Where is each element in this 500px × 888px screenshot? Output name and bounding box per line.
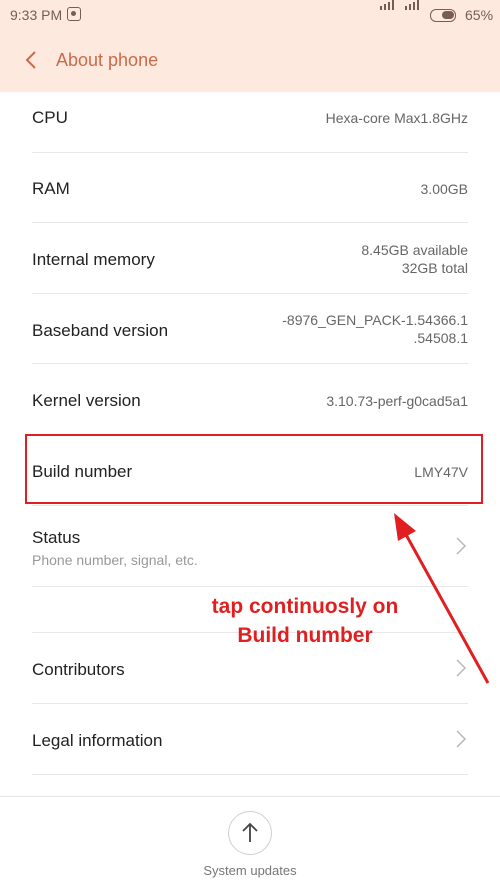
android-notification-icon xyxy=(67,7,81,21)
row-label-kernel-version: Kernel version xyxy=(32,391,141,410)
row-value-kernel-version: 3.10.73-perf-g0cad5a1 xyxy=(326,393,468,409)
status-time: 9:33 PM xyxy=(10,7,63,23)
system-updates-label: System updates xyxy=(203,863,297,878)
row-internal-memory[interactable]: Internal memory 8.45GB available 32GB to… xyxy=(32,223,468,294)
row-label-cpu: CPU xyxy=(32,108,68,127)
row-label-contributors: Contributors xyxy=(32,660,125,679)
annotation-line-1: tap continuosly on xyxy=(211,595,399,618)
chevron-right-icon xyxy=(456,730,467,748)
row-ram[interactable]: RAM 3.00GB xyxy=(32,153,468,223)
system-updates-button[interactable] xyxy=(228,811,272,855)
row-value-cpu: Hexa-core Max1.8GHz xyxy=(325,110,468,126)
bottom-bar: System updates xyxy=(0,796,500,888)
row-label-internal-memory: Internal memory xyxy=(32,250,155,269)
build-number-highlight xyxy=(25,434,483,504)
arrow-up-icon xyxy=(242,822,258,842)
row-baseband-version[interactable]: Baseband version -8976_GEN_PACK-1.54366.… xyxy=(32,294,468,364)
status-bar: 9:33 PM 65% xyxy=(0,0,500,30)
row-value-internal-memory-available: 8.45GB available xyxy=(361,242,468,258)
row-label-baseband-version: Baseband version xyxy=(32,321,169,340)
battery-icon xyxy=(430,9,456,22)
row-kernel-version[interactable]: Kernel version 3.10.73-perf-g0cad5a1 xyxy=(32,364,468,435)
row-label-ram: RAM xyxy=(32,179,70,198)
row-value-internal-memory-total: 32GB total xyxy=(401,260,468,276)
row-value-baseband-line2: .54508.1 xyxy=(413,330,469,346)
battery-percentage: 65% xyxy=(465,7,494,23)
back-chevron-icon[interactable] xyxy=(22,50,42,70)
row-label-legal-information: Legal information xyxy=(32,731,163,750)
page-title: About phone xyxy=(56,50,159,70)
row-value-baseband-line1: -8976_GEN_PACK-1.54366.1 xyxy=(282,312,468,328)
row-sublabel-status: Phone number, signal, etc. xyxy=(32,552,198,568)
row-legal-information[interactable]: Legal information xyxy=(32,704,468,775)
row-value-ram: 3.00GB xyxy=(420,181,468,197)
row-cpu[interactable]: CPU Hexa-core Max1.8GHz xyxy=(32,82,468,153)
annotation-line-2: Build number xyxy=(237,624,373,647)
row-label-status: Status xyxy=(32,528,81,547)
annotation-text: tap continuosly on Build number xyxy=(165,592,445,650)
